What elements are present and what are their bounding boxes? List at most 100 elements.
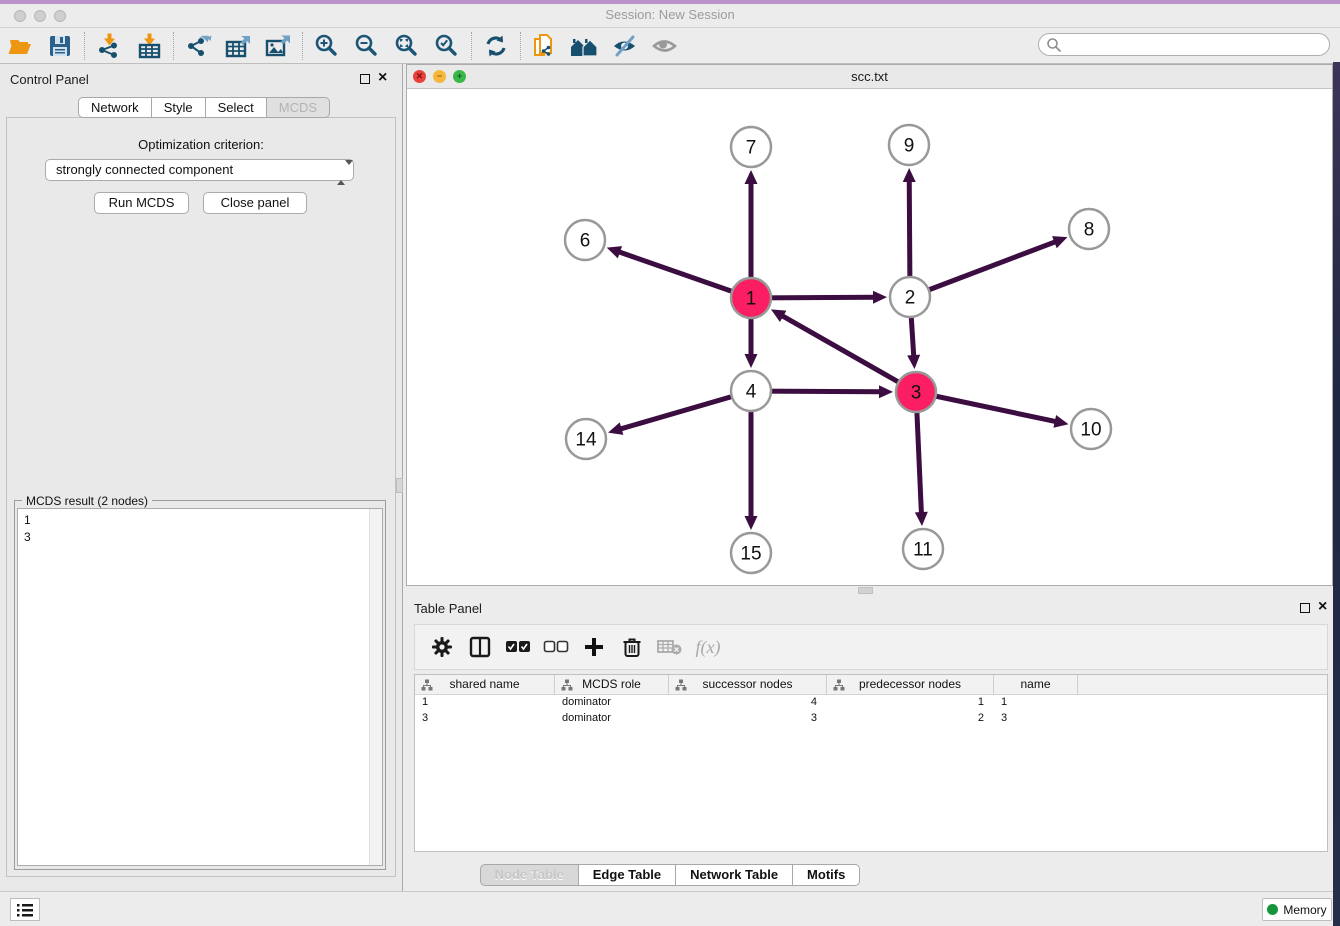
graph-edge-3-1[interactable] — [782, 316, 916, 392]
table-row[interactable]: 1dominator411 — [415, 695, 1327, 711]
edge-arrowhead — [915, 512, 928, 526]
export-network-button[interactable] — [178, 31, 218, 61]
dropdown-stepper-icon — [337, 163, 346, 183]
task-history-button[interactable] — [10, 898, 40, 921]
control-panel-title: Control Panel — [10, 72, 89, 87]
fx-icon: f(x) — [696, 637, 721, 658]
table-cell[interactable]: 3 — [669, 711, 827, 727]
graph-edge-2-8[interactable] — [910, 242, 1055, 297]
tab-style[interactable]: Style — [152, 97, 206, 118]
table-row[interactable]: 3dominator323 — [415, 711, 1327, 727]
column-header-successor-nodes[interactable]: successor nodes — [669, 675, 827, 695]
import-network-button[interactable] — [89, 31, 129, 61]
panel-splitter-handle[interactable] — [396, 478, 403, 493]
hierarchy-icon — [833, 679, 845, 691]
memory-button[interactable]: Memory — [1262, 898, 1332, 921]
column-view-button[interactable] — [461, 630, 499, 664]
zoom-out-button[interactable] — [347, 31, 387, 61]
toolbar-separator — [302, 32, 303, 60]
edge-arrowhead — [1052, 236, 1067, 248]
control-panel-close-icon[interactable]: × — [378, 72, 387, 84]
zoom-fit-icon — [394, 33, 420, 59]
table-toolbar: f(x) — [414, 624, 1328, 670]
table-header-row: shared name MCDS rolesuccessor nodesprede… — [415, 675, 1327, 695]
edge-arrowhead — [608, 422, 623, 434]
toolbar-separator — [471, 32, 472, 60]
edge-arrowhead — [873, 291, 887, 304]
network-view-window: ✕ − + scc.txt 7968124314101511 — [406, 64, 1333, 586]
column-header-shared-name[interactable]: shared name — [415, 675, 555, 695]
import-table-button[interactable] — [129, 31, 169, 61]
function-builder-button[interactable]: f(x) — [689, 630, 727, 664]
criterion-dropdown[interactable]: strongly connected component — [45, 159, 354, 181]
unchecked-boxes-icon — [543, 640, 569, 654]
node-table[interactable]: shared name MCDS rolesuccessor nodesprede… — [414, 674, 1328, 852]
zoom-out-icon — [354, 33, 380, 59]
edge-arrowhead — [745, 170, 758, 184]
zoom-fit-button[interactable] — [387, 31, 427, 61]
table-panel-close-icon[interactable]: × — [1318, 601, 1327, 613]
result-scrollbar[interactable] — [369, 509, 382, 865]
table-cell[interactable]: 4 — [669, 695, 827, 711]
mcds-result-title: MCDS result (2 nodes) — [22, 494, 152, 508]
table-cell[interactable]: 3 — [415, 711, 555, 727]
column-header-MCDS-role[interactable]: MCDS role — [555, 675, 669, 695]
apply-layout-button[interactable] — [476, 31, 516, 61]
tab-motifs[interactable]: Motifs — [793, 864, 860, 886]
desktop-background-strip — [1333, 62, 1340, 926]
hide-selected-button[interactable] — [605, 31, 645, 61]
graph-edge-3-10[interactable] — [916, 392, 1056, 422]
edge-arrowhead — [879, 385, 893, 398]
optimization-criterion-label: Optimization criterion: — [6, 137, 396, 152]
close-panel-button[interactable]: Close panel — [203, 192, 307, 214]
tab-edge-table[interactable]: Edge Table — [579, 864, 676, 886]
save-icon — [48, 34, 72, 58]
hierarchy-icon — [421, 679, 433, 691]
table-cell[interactable]: 1 — [415, 695, 555, 711]
duplicate-network-button[interactable] — [525, 31, 565, 61]
control-panel-tabs: Network Style Select MCDS — [78, 97, 330, 118]
delete-column-button[interactable] — [613, 630, 651, 664]
show-all-button[interactable] — [645, 31, 685, 61]
table-cell[interactable]: 3 — [994, 711, 1078, 727]
table-cell[interactable]: 1 — [827, 695, 994, 711]
tab-select[interactable]: Select — [206, 97, 267, 118]
search-icon — [1046, 37, 1062, 53]
control-panel-float-icon[interactable] — [360, 74, 370, 84]
export-table-button[interactable] — [218, 31, 258, 61]
zoom-selected-button[interactable] — [427, 31, 467, 61]
tab-network-table[interactable]: Network Table — [676, 864, 793, 886]
add-column-button[interactable] — [575, 630, 613, 664]
search-input[interactable] — [1038, 33, 1330, 56]
table-cell[interactable]: 2 — [827, 711, 994, 727]
select-all-columns-button[interactable] — [499, 630, 537, 664]
column-header-label: shared name — [449, 677, 519, 691]
table-panel-title: Table Panel — [414, 601, 482, 616]
table-panel-float-icon[interactable] — [1300, 603, 1310, 613]
graph-node-label: 9 — [904, 136, 915, 157]
trash-icon — [621, 636, 643, 658]
table-options-button[interactable] — [423, 630, 461, 664]
horizontal-splitter-handle[interactable] — [858, 587, 873, 594]
mcds-result-text[interactable]: 1 3 — [17, 508, 383, 866]
run-mcds-button[interactable]: Run MCDS — [94, 192, 189, 214]
first-neighbors-button[interactable] — [565, 31, 605, 61]
column-header-predecessor-nodes[interactable]: predecessor nodes — [827, 675, 994, 695]
open-file-button[interactable] — [0, 31, 40, 61]
table-cell[interactable]: dominator — [555, 695, 669, 711]
tab-node-table[interactable]: Node Table — [480, 864, 579, 886]
tab-network[interactable]: Network — [78, 97, 152, 118]
table-cell[interactable]: 1 — [994, 695, 1078, 711]
tab-mcds[interactable]: MCDS — [267, 97, 330, 118]
edge-arrowhead — [1053, 415, 1068, 428]
save-session-button[interactable] — [40, 31, 80, 61]
zoom-in-button[interactable] — [307, 31, 347, 61]
export-image-button[interactable] — [258, 31, 298, 61]
column-header-name[interactable]: name — [994, 675, 1078, 695]
delete-table-button[interactable] — [651, 630, 689, 664]
table-cell[interactable]: dominator — [555, 711, 669, 727]
unselect-all-columns-button[interactable] — [537, 630, 575, 664]
search-field[interactable] — [1038, 33, 1330, 56]
graph-node-label: 6 — [580, 231, 591, 252]
network-graph-canvas[interactable]: 7968124314101511 — [407, 89, 1332, 585]
